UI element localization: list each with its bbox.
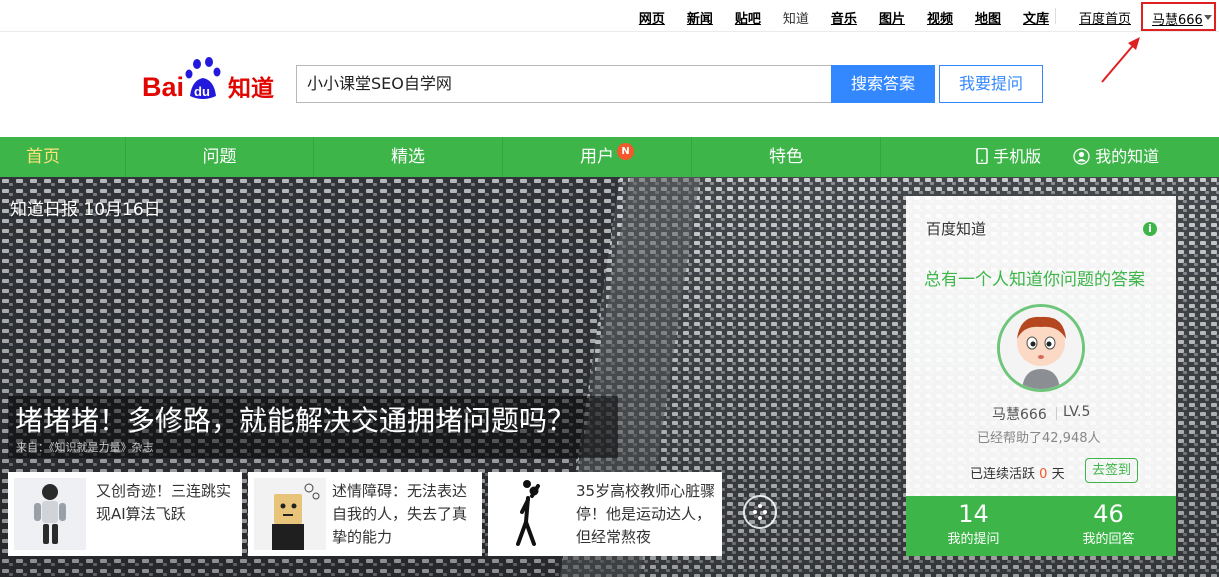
nav-link-news[interactable]: 新闻 xyxy=(687,8,713,27)
answers-count: 46 xyxy=(1093,500,1124,528)
my-zhidao-link[interactable]: 我的知道 xyxy=(1073,137,1159,177)
questions-count: 14 xyxy=(958,500,989,528)
carousel-next-button[interactable] xyxy=(743,495,777,529)
active-streak: 已连续活跃 0 天 xyxy=(970,463,1065,482)
my-questions-stat[interactable]: 14 我的提问 xyxy=(906,496,1041,547)
user-circle-icon xyxy=(1073,148,1090,165)
answers-label: 我的回答 xyxy=(1082,532,1135,547)
story-title: 35岁高校教师心脏骤停！他是运动达人，但经常熬夜 xyxy=(576,482,716,546)
ask-question-button[interactable]: 我要提问 xyxy=(939,65,1043,103)
my-zhidao-label: 我的知道 xyxy=(1095,147,1160,166)
divider xyxy=(1055,8,1056,24)
slogan: 总有一个人知道你问题的答案 xyxy=(924,270,1145,290)
tab-home[interactable]: 首页 xyxy=(0,137,126,177)
story-title: 又创奇迹！三连跳实现AI算法飞跃 xyxy=(96,482,232,523)
mask-figure-thumbnail xyxy=(254,478,326,550)
svg-text:Bai: Bai xyxy=(142,72,184,102)
chevron-down-icon[interactable] xyxy=(1204,15,1212,20)
phone-icon xyxy=(976,147,988,165)
tab-users-label: 用户 xyxy=(580,147,614,167)
dots-icon xyxy=(753,504,767,520)
feature-source: 来自：《知识就是力量》杂志 xyxy=(16,441,154,454)
nav-link-images[interactable]: 图片 xyxy=(879,8,905,27)
svg-text:知道: 知道 xyxy=(228,75,274,102)
baidu-zhidao-logo[interactable]: Bai du 知道 xyxy=(142,56,282,106)
svg-text:du: du xyxy=(194,84,210,99)
search-answers-button[interactable]: 搜索答案 xyxy=(831,65,935,103)
avatar[interactable] xyxy=(997,304,1085,392)
tab-special[interactable]: 特色 xyxy=(692,137,881,177)
story-card[interactable]: 述情障碍：无法表达自我的人，失去了真挚的能力 xyxy=(248,472,482,556)
annotation-arrow-icon xyxy=(1101,37,1140,83)
baidu-home-link[interactable]: 百度首页 xyxy=(1079,8,1131,27)
mobile-version-label: 手机版 xyxy=(993,147,1042,166)
questions-label: 我的提问 xyxy=(947,532,1000,547)
stats-bar: 14 我的提问 46 我的回答 xyxy=(906,496,1176,556)
my-answers-stat[interactable]: 46 我的回答 xyxy=(1041,496,1176,547)
nav-link-web[interactable]: 网页 xyxy=(639,8,665,27)
streak-suffix: 天 xyxy=(1051,467,1065,482)
feature-headline[interactable]: 堵堵堵！多修路，就能解决交通拥堵问题吗？ xyxy=(15,399,575,439)
divider xyxy=(1056,407,1057,420)
daily-feature-banner[interactable]: 知道日报 10月16日 堵堵堵！多修路，就能解决交通拥堵问题吗？ 来自：《知识就… xyxy=(0,177,1219,577)
product-nav: 网页 新闻 贴吧 知道 音乐 图片 视频 地图 文库 xyxy=(617,8,1049,27)
user-panel: 百度知道 i 总有一个人知道你问题的答案 马慧666 LV.5 已经帮助了42,… xyxy=(906,196,1176,556)
user-menu[interactable]: 马慧666 xyxy=(1141,2,1216,31)
panel-username[interactable]: 马慧666 xyxy=(992,404,1047,424)
nav-link-music[interactable]: 音乐 xyxy=(831,8,857,27)
main-nav: 首页 问题 精选 用户 N 特色 手机版 我的知道 xyxy=(0,137,1219,177)
tab-users[interactable]: 用户 xyxy=(503,137,692,177)
tab-featured[interactable]: 精选 xyxy=(314,137,503,177)
username-link[interactable]: 马慧666 xyxy=(1152,9,1203,28)
mobile-version-link[interactable]: 手机版 xyxy=(976,137,1041,177)
basketball-player-thumbnail xyxy=(494,478,566,550)
nav-link-tieba[interactable]: 贴吧 xyxy=(735,8,761,27)
nav-link-video[interactable]: 视频 xyxy=(927,8,953,27)
nav-link-wenku[interactable]: 文库 xyxy=(1023,8,1049,27)
helped-count: 已经帮助了42,948人 xyxy=(977,431,1101,446)
story-title: 述情障碍：无法表达自我的人，失去了真挚的能力 xyxy=(332,482,468,546)
nav-link-map[interactable]: 地图 xyxy=(975,8,1001,27)
nav-link-zhidao[interactable]: 知道 xyxy=(783,8,809,27)
search-input[interactable]: 小小课堂SEO自学网 xyxy=(296,65,832,103)
top-bar: 网页 新闻 贴吧 知道 音乐 图片 视频 地图 文库 百度首页 马慧666 xyxy=(0,0,1219,32)
checkin-button[interactable]: 去签到 xyxy=(1085,458,1138,483)
streak-days: 0 xyxy=(1039,467,1048,482)
info-icon[interactable]: i xyxy=(1143,222,1157,236)
story-card[interactable]: 35岁高校教师心脏骤停！他是运动达人，但经常熬夜 xyxy=(488,472,722,556)
streak-prefix: 已连续活跃 xyxy=(970,467,1036,482)
story-card[interactable]: 又创奇迹！三连跳实现AI算法飞跃 xyxy=(8,472,242,556)
new-badge: N xyxy=(617,143,634,160)
panel-title: 百度知道 xyxy=(926,220,987,238)
robot-thumbnail xyxy=(14,478,86,550)
tab-questions[interactable]: 问题 xyxy=(126,137,314,177)
user-level: LV.5 xyxy=(1063,404,1091,420)
daily-date-label: 知道日报 10月16日 xyxy=(10,200,161,220)
